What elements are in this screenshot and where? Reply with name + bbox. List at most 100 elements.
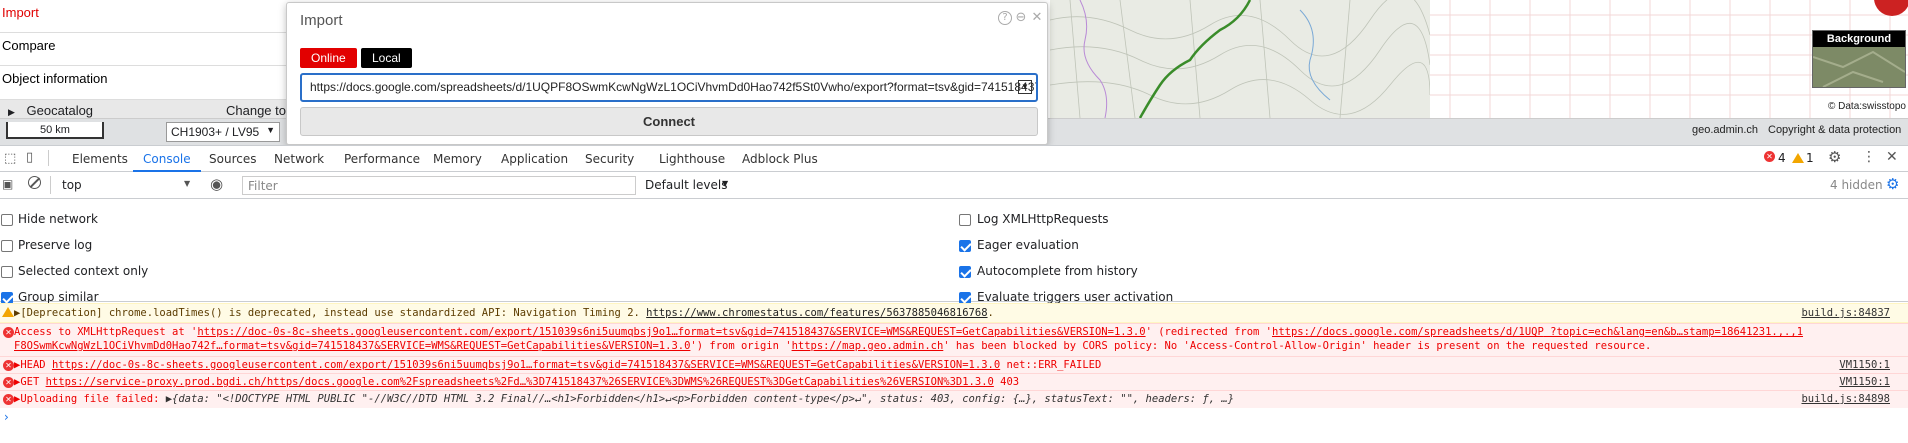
data-credit: © Data:swisstopo bbox=[1828, 101, 1906, 112]
geocatalog-label: Geocatalog bbox=[26, 103, 94, 118]
eager-evaluation-checkbox[interactable] bbox=[959, 240, 971, 252]
chevron-down-icon: ▼ bbox=[266, 125, 275, 135]
console-prompt-icon[interactable]: › bbox=[4, 410, 9, 424]
message-prefix: ▶[Deprecation] chrome.loadTimes() is dep… bbox=[14, 307, 647, 319]
chevron-down-icon[interactable]: ▼ bbox=[722, 179, 728, 188]
chevron-down-icon[interactable]: ▼ bbox=[184, 179, 190, 188]
message-object[interactable]: ▶{data: "<!DOCTYPE HTML PUBLIC "-//W3C//… bbox=[166, 393, 1234, 405]
change-to-label[interactable]: Change to bbox=[226, 103, 286, 118]
filter-input[interactable]: Filter bbox=[242, 176, 636, 195]
dialog-title: Import bbox=[300, 12, 343, 29]
console-message-head-error[interactable]: ✕ ▶HEAD https://doc-0s-8c-sheets.googleu… bbox=[0, 356, 1908, 373]
more-options-icon[interactable]: ⋮ bbox=[1862, 149, 1876, 165]
warning-icon[interactable] bbox=[1792, 153, 1804, 163]
caret-right-icon: ▶ bbox=[8, 107, 15, 117]
message-text: ') from origin ' bbox=[690, 340, 792, 352]
close-devtools-icon[interactable]: ✕ bbox=[1886, 149, 1898, 165]
menu-item-label: Object information bbox=[2, 71, 108, 86]
log-xmlhttprequests-label: Log XMLHttpRequests bbox=[977, 212, 1109, 226]
message-link[interactable]: https://doc-0s-8c-sheets.googleuserconte… bbox=[52, 359, 1000, 371]
evaluate-triggers-label: Evaluate triggers user activation bbox=[977, 290, 1174, 304]
tab-lighthouse[interactable]: Lighthouse bbox=[659, 152, 725, 166]
message-link[interactable]: https://www.chromestatus.com/features/56… bbox=[646, 307, 987, 319]
message-source-link[interactable]: VM1150:1 bbox=[1839, 359, 1890, 371]
console-settings-gear-icon[interactable]: ⚙ bbox=[1886, 175, 1899, 193]
clear-console-icon[interactable] bbox=[28, 176, 41, 189]
preserve-log-checkbox[interactable] bbox=[1, 240, 13, 252]
active-tab-indicator bbox=[133, 170, 201, 172]
error-icon: ✕ bbox=[3, 394, 14, 405]
device-toolbar-icon[interactable]: ▯ bbox=[26, 150, 33, 165]
geo-admin-link[interactable]: geo.admin.ch bbox=[1692, 124, 1758, 136]
connect-button[interactable]: Connect bbox=[300, 107, 1038, 136]
tab-console[interactable]: Console bbox=[143, 152, 191, 166]
log-xmlhttprequests-checkbox[interactable] bbox=[959, 214, 971, 226]
menu-item-label: Import bbox=[2, 5, 39, 20]
tab-memory[interactable]: Memory bbox=[433, 152, 482, 166]
tab-security[interactable]: Security bbox=[585, 152, 634, 166]
crs-select[interactable]: CH1903+ / LV95 ▼ bbox=[166, 122, 280, 142]
error-icon[interactable]: ✕ bbox=[1764, 151, 1775, 162]
log-levels-dropdown[interactable]: Default levels bbox=[645, 178, 727, 192]
message-prefix: ▶Uploading file failed: bbox=[14, 393, 166, 405]
help-icon[interactable]: ? bbox=[998, 11, 1012, 25]
minimize-icon[interactable]: ⊖ bbox=[1014, 11, 1028, 25]
background-title: Background bbox=[1813, 31, 1905, 47]
sidebar-toggle-icon[interactable]: ▣ bbox=[2, 177, 13, 191]
context-selector[interactable]: top bbox=[62, 178, 82, 192]
message-text: ▶[Deprecation] chrome.loadTimes() is dep… bbox=[14, 307, 994, 319]
console-message-upload-error[interactable]: ✕ ▶Uploading file failed: ▶{data: "<!DOC… bbox=[0, 390, 1908, 408]
background-thumbnail bbox=[1813, 47, 1905, 87]
message-source-link[interactable]: build.js:84898 bbox=[1801, 393, 1890, 405]
selected-context-only-label: Selected context only bbox=[18, 264, 149, 278]
message-line-1: Access to XMLHttpRequest at 'https://doc… bbox=[14, 326, 1803, 338]
hide-network-label: Hide network bbox=[18, 212, 98, 226]
tab-online[interactable]: Online bbox=[300, 48, 357, 68]
tab-elements[interactable]: Elements bbox=[72, 152, 128, 166]
live-expression-eye-icon[interactable]: ◉ bbox=[210, 175, 223, 193]
map-grid-area[interactable]: Background © Data:swisstopo bbox=[1430, 0, 1908, 118]
hidden-count: 4 hidden bbox=[1830, 178, 1883, 192]
message-link[interactable]: https://service-proxy.prod.bgdi.ch/https… bbox=[46, 376, 994, 388]
import-dialog: Import ? ⊖ ✕ Online Local https://docs.g… bbox=[286, 2, 1048, 145]
error-icon: ✕ bbox=[3, 327, 14, 338]
autocomplete-from-history-checkbox[interactable] bbox=[959, 266, 971, 278]
url-value: https://docs.google.com/spreadsheets/d/1… bbox=[310, 80, 1038, 94]
tab-sources[interactable]: Sources bbox=[209, 152, 256, 166]
map-view[interactable] bbox=[1050, 0, 1430, 118]
scale-bar: 50 km bbox=[6, 122, 104, 139]
message-source-link[interactable]: VM1150:1 bbox=[1839, 376, 1890, 388]
tab-performance[interactable]: Performance bbox=[344, 152, 420, 166]
hide-network-checkbox[interactable] bbox=[1, 214, 13, 226]
copyright-link[interactable]: Copyright & data protection bbox=[1768, 124, 1901, 136]
message-link[interactable]: F8OSwmKcwNgWzL1OCiVhvmDd0Hao742f…format=… bbox=[14, 340, 690, 352]
message-link[interactable]: https://map.geo.admin.ch bbox=[792, 340, 944, 352]
dropdown-arrow-icon[interactable]: ▼ bbox=[1018, 80, 1032, 94]
url-input[interactable]: https://docs.google.com/spreadsheets/d/1… bbox=[300, 73, 1038, 102]
preserve-log-label: Preserve log bbox=[18, 238, 93, 252]
divider bbox=[50, 176, 51, 194]
tab-network[interactable]: Network bbox=[274, 152, 324, 166]
message-link[interactable]: https://doc-0s-8c-sheets.googleuserconte… bbox=[197, 326, 1145, 338]
error-icon: ✕ bbox=[3, 377, 14, 388]
devtools-tab-bar: ⬚ ▯ Elements Console Sources Network Per… bbox=[0, 146, 1908, 172]
tab-local[interactable]: Local bbox=[361, 48, 412, 68]
message-text: ▶GET https://service-proxy.prod.bgdi.ch/… bbox=[14, 376, 1019, 388]
tab-application[interactable]: Application bbox=[501, 152, 568, 166]
message-link[interactable]: ?topic=ech&lang=en&b…stamp=18641231.,.,1 bbox=[1544, 326, 1803, 338]
inspect-element-icon[interactable]: ⬚ bbox=[4, 151, 16, 166]
message-link[interactable]: https://docs.google.com/spreadsheets/d/1… bbox=[1272, 326, 1544, 338]
message-source-link[interactable]: build.js:84837 bbox=[1801, 307, 1890, 319]
background-selector[interactable]: Background bbox=[1812, 30, 1906, 88]
error-count[interactable]: 4 bbox=[1778, 151, 1786, 165]
tab-adblock-plus[interactable]: Adblock Plus bbox=[742, 152, 818, 166]
console-message-warning[interactable]: ▶[Deprecation] chrome.loadTimes() is dep… bbox=[0, 303, 1908, 323]
console-message-get-error[interactable]: ✕ ▶GET https://service-proxy.prod.bgdi.c… bbox=[0, 373, 1908, 390]
selected-context-only-checkbox[interactable] bbox=[1, 266, 13, 278]
console-message-cors-error[interactable]: ✕ Access to XMLHttpRequest at 'https://d… bbox=[0, 323, 1908, 356]
map-application: Import Compare Object information ▶ Geoc… bbox=[0, 0, 1908, 145]
warning-count[interactable]: 1 bbox=[1806, 151, 1814, 165]
close-icon[interactable]: ✕ bbox=[1030, 11, 1044, 25]
message-suffix: 403 bbox=[993, 376, 1020, 388]
settings-gear-icon[interactable]: ⚙ bbox=[1828, 148, 1841, 166]
